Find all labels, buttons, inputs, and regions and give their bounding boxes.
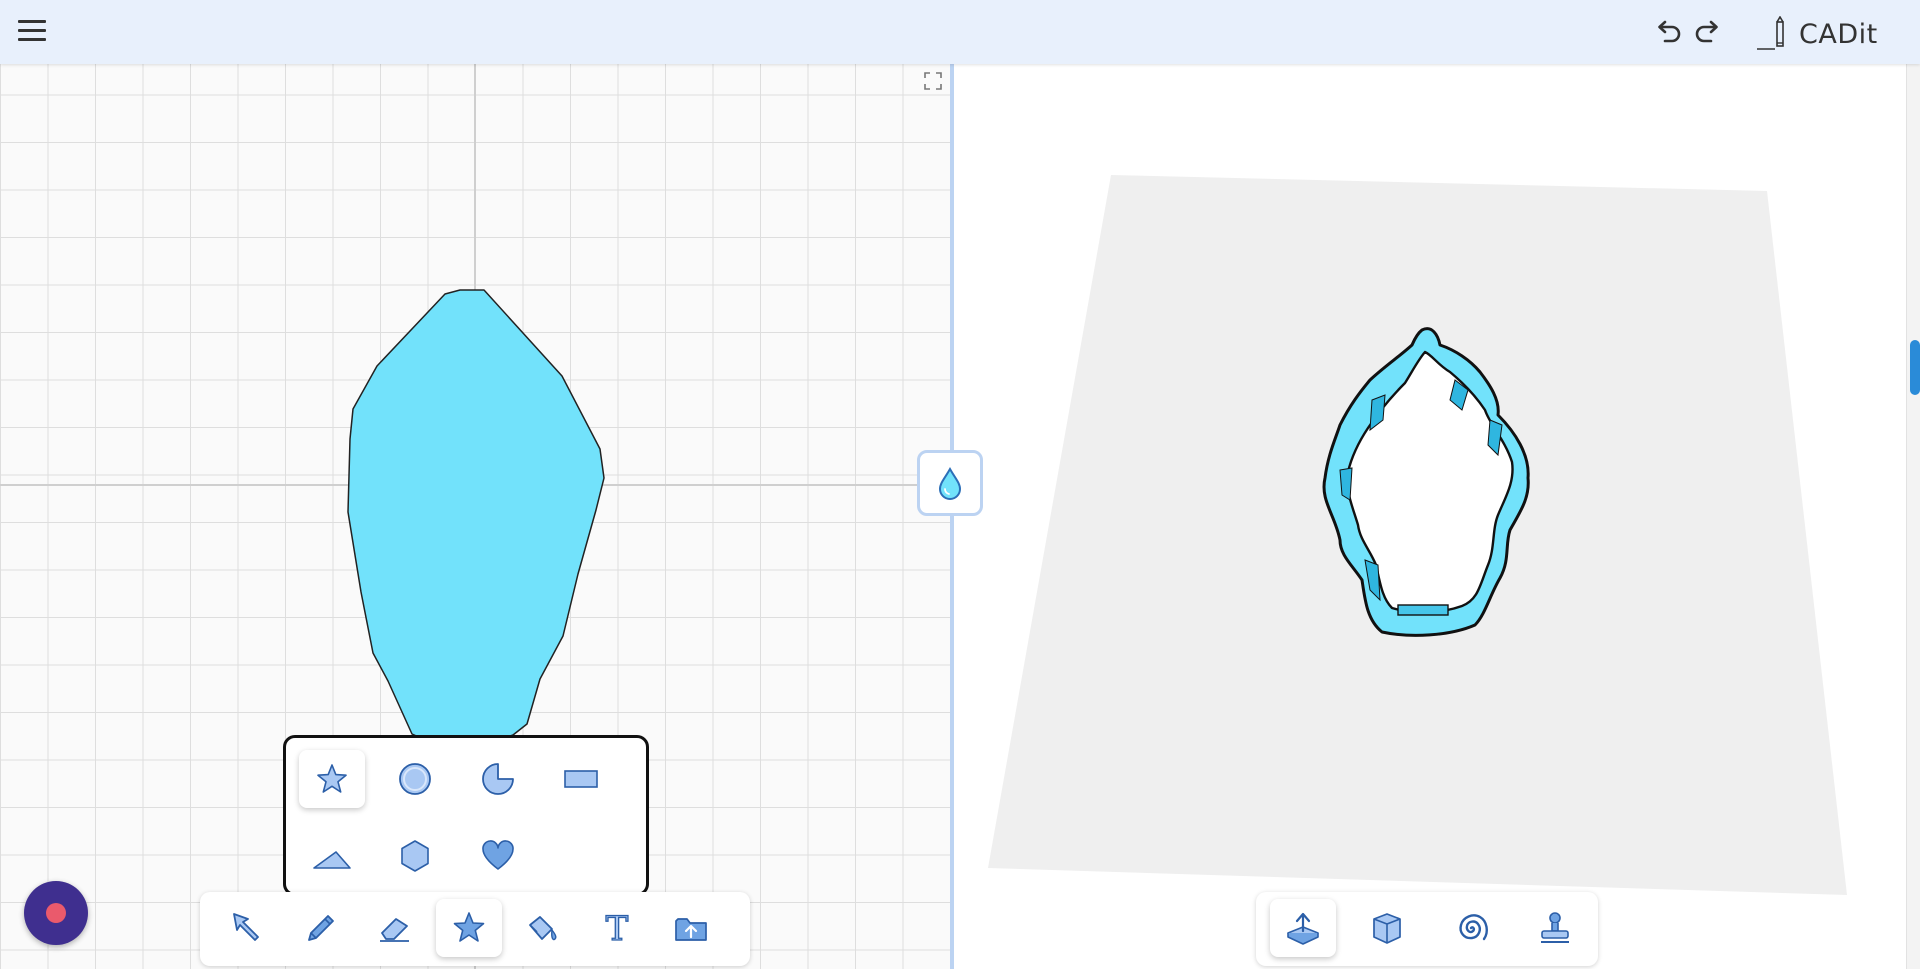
stamp-icon bbox=[1541, 912, 1569, 943]
scrollbar-thumb[interactable] bbox=[1910, 340, 1920, 395]
select-tool-button[interactable] bbox=[214, 899, 280, 957]
circle-icon bbox=[399, 763, 431, 795]
text-tool-glyph: T bbox=[606, 909, 629, 947]
extrude-button[interactable] bbox=[1270, 899, 1336, 957]
stamp-button[interactable] bbox=[1522, 899, 1588, 957]
fill-tool-button[interactable] bbox=[510, 899, 576, 957]
eraser-tool-button[interactable] bbox=[362, 899, 428, 957]
shapes-tool-button[interactable] bbox=[436, 899, 502, 957]
pencil-icon bbox=[308, 915, 334, 941]
scrollbar-track[interactable] bbox=[1906, 64, 1920, 969]
water-drop-button[interactable] bbox=[917, 450, 983, 516]
star-shapes-icon bbox=[453, 912, 485, 942]
pie-icon bbox=[482, 763, 514, 795]
redo-icon[interactable] bbox=[1690, 14, 1726, 50]
star-icon bbox=[317, 764, 347, 793]
text-tool-icon: T bbox=[605, 909, 629, 947]
triangle-icon bbox=[313, 851, 351, 869]
record-icon[interactable] bbox=[24, 881, 88, 945]
shape-heart-button[interactable] bbox=[465, 827, 531, 885]
pencil-logo-icon bbox=[1757, 16, 1784, 50]
shape-hexagon-button[interactable] bbox=[382, 827, 448, 885]
shape-star-button[interactable] bbox=[299, 750, 365, 808]
heart-icon bbox=[482, 840, 514, 870]
rectangle-icon bbox=[564, 770, 598, 788]
shape-circle-button[interactable] bbox=[382, 750, 448, 808]
pencil-tool-button[interactable] bbox=[288, 899, 354, 957]
box-button[interactable] bbox=[1354, 899, 1420, 957]
3d-scene bbox=[988, 175, 1847, 895]
shape-pie-button[interactable] bbox=[465, 750, 531, 808]
sketch-toolbar: T bbox=[200, 892, 750, 966]
spiral-button[interactable] bbox=[1438, 899, 1504, 957]
spiral-icon bbox=[1459, 914, 1488, 941]
eraser-icon bbox=[380, 918, 409, 942]
shape-triangle-button[interactable] bbox=[299, 827, 365, 885]
text-tool-button[interactable]: T bbox=[584, 899, 650, 957]
brand[interactable]: CADit bbox=[1755, 16, 1878, 52]
app-title: CADit bbox=[1799, 18, 1878, 50]
hexagon-icon bbox=[401, 840, 429, 872]
water-drop-icon bbox=[938, 466, 962, 500]
extrude-icon bbox=[1287, 912, 1319, 945]
shape-rectangle-button[interactable] bbox=[548, 750, 614, 808]
undo-icon[interactable] bbox=[1650, 14, 1686, 50]
3d-viewport[interactable] bbox=[954, 64, 1920, 969]
upload-folder-icon bbox=[675, 918, 707, 941]
3d-toolbar bbox=[1256, 892, 1598, 966]
import-tool-button[interactable] bbox=[658, 899, 724, 957]
paint-bucket-icon bbox=[529, 916, 557, 941]
select-arrow-icon bbox=[233, 913, 259, 941]
drawn-shape bbox=[347, 289, 605, 746]
expand-corners-icon[interactable] bbox=[923, 71, 943, 91]
box-icon bbox=[1373, 913, 1401, 944]
shape-palette bbox=[283, 735, 649, 896]
hamburger-icon[interactable] bbox=[18, 20, 48, 44]
top-bar: CADit bbox=[0, 0, 1920, 64]
